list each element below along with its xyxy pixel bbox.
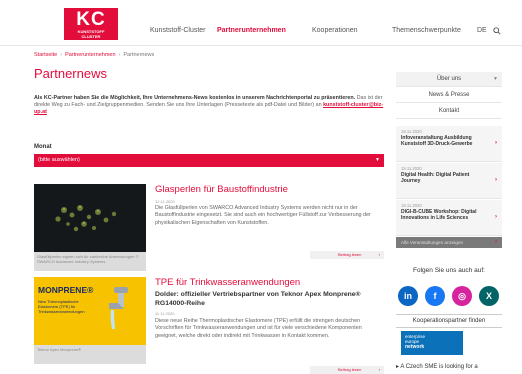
event-title: Infoveranstaltung Ausbildung Kunststoff …	[401, 135, 473, 147]
chevron-right-icon: ›	[495, 239, 497, 245]
kooperationspartner-link[interactable]: Kooperationspartner finden	[396, 314, 502, 328]
event-date: 19.11.2020	[401, 203, 422, 208]
faucet-image	[109, 287, 128, 329]
news-teaser: Diese neue Reihe Thermoplastischer Elast…	[155, 318, 362, 339]
een-logo[interactable]: enterprise europe network	[401, 331, 463, 355]
logo-sub2: CLUSTER	[81, 34, 101, 39]
month-select-value: (bitte auswählen)	[38, 157, 80, 163]
event-title: DIGI-B-CUBE Workshop: Digital Innovation…	[401, 209, 477, 221]
sidebar-item-kontakt[interactable]: Kontakt	[396, 104, 502, 119]
nav-kooperationen[interactable]: Kooperationen	[312, 27, 358, 34]
news-date: 11.11.2020	[155, 311, 175, 316]
sidebar-item-label: Kontakt	[438, 108, 460, 114]
logo-text: KC	[76, 9, 106, 30]
all-events-label: Alle Veranstaltungen anzeigen	[401, 240, 464, 245]
event-item[interactable]: 19.11.2020 DIGI-B-CUBE Workshop: Digital …	[396, 200, 502, 236]
search-icon[interactable]	[493, 27, 501, 35]
chevron-right-icon: ›	[378, 252, 380, 257]
kc-logo[interactable]: KC KUNSTSTOFF CLUSTER	[64, 8, 118, 40]
follow-heading: Folgen Sie uns auch auf:	[413, 267, 485, 274]
event-item[interactable]: 19.11.2020 Digital Health: Digital Patien…	[396, 163, 502, 199]
chevron-right-icon: ›	[495, 177, 497, 183]
event-title: Digital Health: Digital Patient Journey	[401, 172, 470, 184]
chevron-down-icon: ▼	[375, 157, 380, 163]
news-image-caption: Teknor Apex Monprene®	[34, 345, 146, 364]
een-line-3: network	[405, 344, 425, 350]
news-title-tpe[interactable]: TPE für Trinkwasseranwendungen	[155, 277, 300, 288]
monprene-banner: MONPRENE® New Thermoplastische Elastomer…	[34, 277, 146, 345]
event-date: 18.11.2020	[401, 129, 422, 134]
een-teaser[interactable]: ▸ A Czech SME is looking for a	[396, 363, 478, 370]
all-events-button[interactable]: Alle Veranstaltungen anzeigen ›	[396, 237, 502, 248]
chevron-right-icon: ›	[495, 140, 497, 146]
breadcrumb: Startseite › Partnerunternehmen › Partnernew…	[34, 52, 155, 58]
xing-icon[interactable]: X	[479, 286, 499, 306]
news-teaser: Die Glasfüllperlen von SWARCO Advanced I…	[155, 205, 371, 226]
filter-label: Monat	[34, 144, 52, 150]
monprene-subtitle: New Thermoplastische Elastomere (TPE) fü…	[38, 299, 85, 314]
news-title-glasperlen[interactable]: Glasperlen für Baustoffindustrie	[155, 184, 288, 195]
breadcrumb-home[interactable]: Startseite	[34, 52, 57, 58]
intro-bold: Als KC-Partner haben Sie die Möglichkeit…	[34, 95, 356, 101]
sidebar-item-label: Über uns	[436, 76, 462, 82]
month-select[interactable]: (bitte auswählen) ▼	[34, 154, 384, 167]
nav-themenschwerpunkte[interactable]: Themenschwerpunkte	[392, 27, 461, 34]
top-bar: KC KUNSTSTOFF CLUSTER Kunststoff-Cluster…	[0, 0, 522, 46]
instagram-icon[interactable]: ◎	[452, 286, 472, 306]
breadcrumb-current: Partnernews	[123, 52, 155, 58]
news-image-glasperlen[interactable]: Glasfüllperlen eignen sich für zahlreich…	[34, 184, 146, 271]
page-title: Partnernews	[34, 66, 107, 81]
chevron-down-icon: ▼	[493, 76, 498, 82]
linkedin-icon[interactable]: in	[398, 286, 418, 306]
monprene-logo-text: MONPRENE®	[38, 285, 94, 295]
een-teaser-text: A Czech SME is looking for a	[400, 364, 478, 370]
nav-partnerunternehmen[interactable]: Partnerunternehmen	[217, 27, 286, 34]
event-date: 19.11.2020	[401, 166, 422, 171]
chevron-right-icon: ›	[378, 367, 380, 372]
facebook-icon[interactable]: f	[425, 286, 445, 306]
chevron-right-icon: ›	[495, 214, 497, 220]
read-more-button[interactable]: Beitrag lesen ›	[310, 366, 384, 374]
sidebar-item-news[interactable]: News & Presse	[396, 88, 502, 103]
read-more-label: Beitrag lesen	[338, 252, 362, 257]
news-image-monprene[interactable]: MONPRENE® New Thermoplastische Elastomer…	[34, 277, 146, 364]
sidebar-item-ueber-uns[interactable]: Über uns ▼	[396, 72, 502, 87]
news-image-caption: Glasfüllperlen eignen sich für zahlreich…	[34, 252, 146, 271]
event-item[interactable]: 18.11.2020 Infoveranstaltung Ausbildung K…	[396, 126, 502, 162]
glass-beads-image	[34, 184, 146, 252]
news-date: 12.11.2020	[155, 199, 175, 204]
language-switch[interactable]: DE	[477, 27, 487, 34]
intro-text: Als KC-Partner haben Sie die Möglichkeit…	[34, 95, 384, 117]
read-more-label: Beitrag lesen	[338, 367, 362, 372]
news-subtitle: Dolder: offizieller Vertriebspartner von…	[155, 291, 361, 307]
sidebar-item-label: News & Presse	[428, 92, 470, 98]
read-more-button[interactable]: Beitrag lesen ›	[310, 251, 384, 259]
breadcrumb-partner[interactable]: Partnerunternehmen	[65, 52, 115, 58]
nav-kunststoff-cluster[interactable]: Kunststoff-Cluster	[150, 27, 206, 34]
